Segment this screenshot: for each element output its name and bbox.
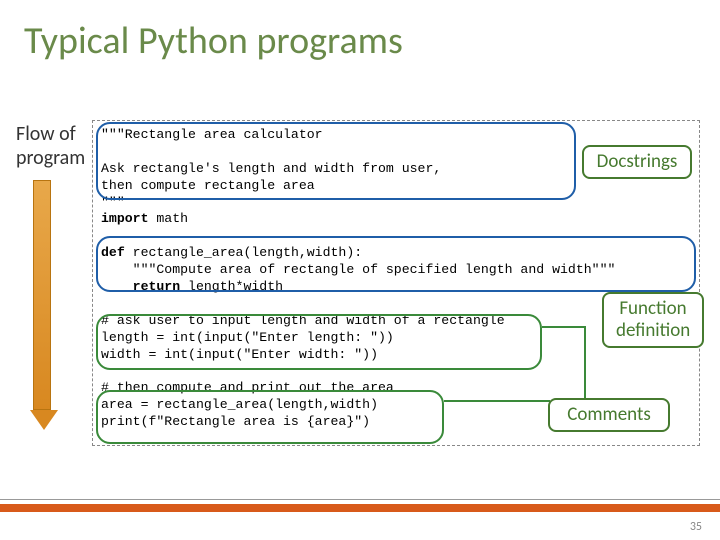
flow-of-program-label: Flow of program <box>16 122 85 170</box>
docstrings-callout: Docstrings <box>582 145 692 179</box>
function-def-text: Function definition <box>616 297 690 342</box>
slide-title: Typical Python programs <box>0 0 720 72</box>
footer-divider <box>0 499 720 500</box>
comment-connector-1 <box>542 326 586 328</box>
input-block-annotation-box <box>96 314 542 370</box>
footer-accent-bar <box>0 504 720 512</box>
page-number: 35 <box>690 520 702 534</box>
flow-label-line1: Flow of <box>16 122 76 146</box>
function-definition-callout: Function definition <box>602 292 704 348</box>
comments-callout: Comments <box>548 398 670 432</box>
comment-connector-2 <box>444 400 550 402</box>
flow-down-arrow-icon <box>30 180 54 430</box>
comment-connector-join <box>584 326 586 402</box>
docstring-annotation-box <box>96 122 576 200</box>
function-def-annotation-box <box>96 236 696 292</box>
flow-label-line2: program <box>16 146 85 170</box>
output-block-annotation-box <box>96 390 444 444</box>
